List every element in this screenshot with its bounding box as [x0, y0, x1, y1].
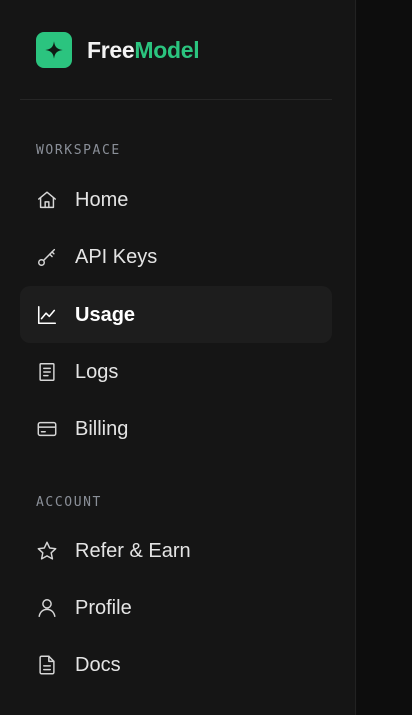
sidebar-item-docs[interactable]: Docs — [20, 636, 332, 693]
sidebar-item-home[interactable]: Home — [20, 171, 332, 228]
sidebar: FreeModel WORKSPACE Home API Keys Usage … — [0, 0, 356, 715]
sidebar-item-label: Docs — [75, 653, 121, 676]
sidebar-item-label: API Keys — [75, 245, 158, 268]
section-label-account: ACCOUNT — [36, 495, 102, 510]
brand-name: FreeModel — [87, 36, 200, 63]
sidebar-item-refer-earn[interactable]: Refer & Earn — [20, 522, 332, 579]
credit-card-icon — [36, 418, 58, 440]
section-label-workspace: WORKSPACE — [36, 143, 121, 158]
brand-logo[interactable]: FreeModel — [36, 32, 200, 68]
sidebar-item-label: Profile — [75, 596, 132, 619]
sidebar-item-label: Billing — [75, 417, 129, 440]
sidebar-item-label: Home — [75, 188, 129, 211]
sidebar-item-usage[interactable]: Usage — [20, 286, 332, 343]
sidebar-item-label: Logs — [75, 360, 119, 383]
sidebar-item-api-keys[interactable]: API Keys — [20, 228, 332, 285]
brand-name-model: Model — [134, 36, 200, 63]
brand-name-free: Free — [87, 36, 135, 63]
home-icon — [36, 189, 58, 211]
star-icon — [36, 540, 58, 562]
divider — [20, 99, 332, 100]
sidebar-item-profile[interactable]: Profile — [20, 579, 332, 636]
user-icon — [36, 597, 58, 619]
sidebar-item-label: Usage — [75, 303, 136, 326]
document-list-icon — [36, 361, 58, 383]
sparkle-icon — [36, 32, 72, 68]
docs-icon — [36, 654, 58, 676]
sidebar-item-billing[interactable]: Billing — [20, 400, 332, 457]
sidebar-item-logs[interactable]: Logs — [20, 343, 332, 400]
chart-line-icon — [36, 304, 58, 326]
key-icon — [36, 246, 58, 268]
sidebar-item-label: Refer & Earn — [75, 539, 191, 562]
main-content-area — [357, 0, 412, 715]
